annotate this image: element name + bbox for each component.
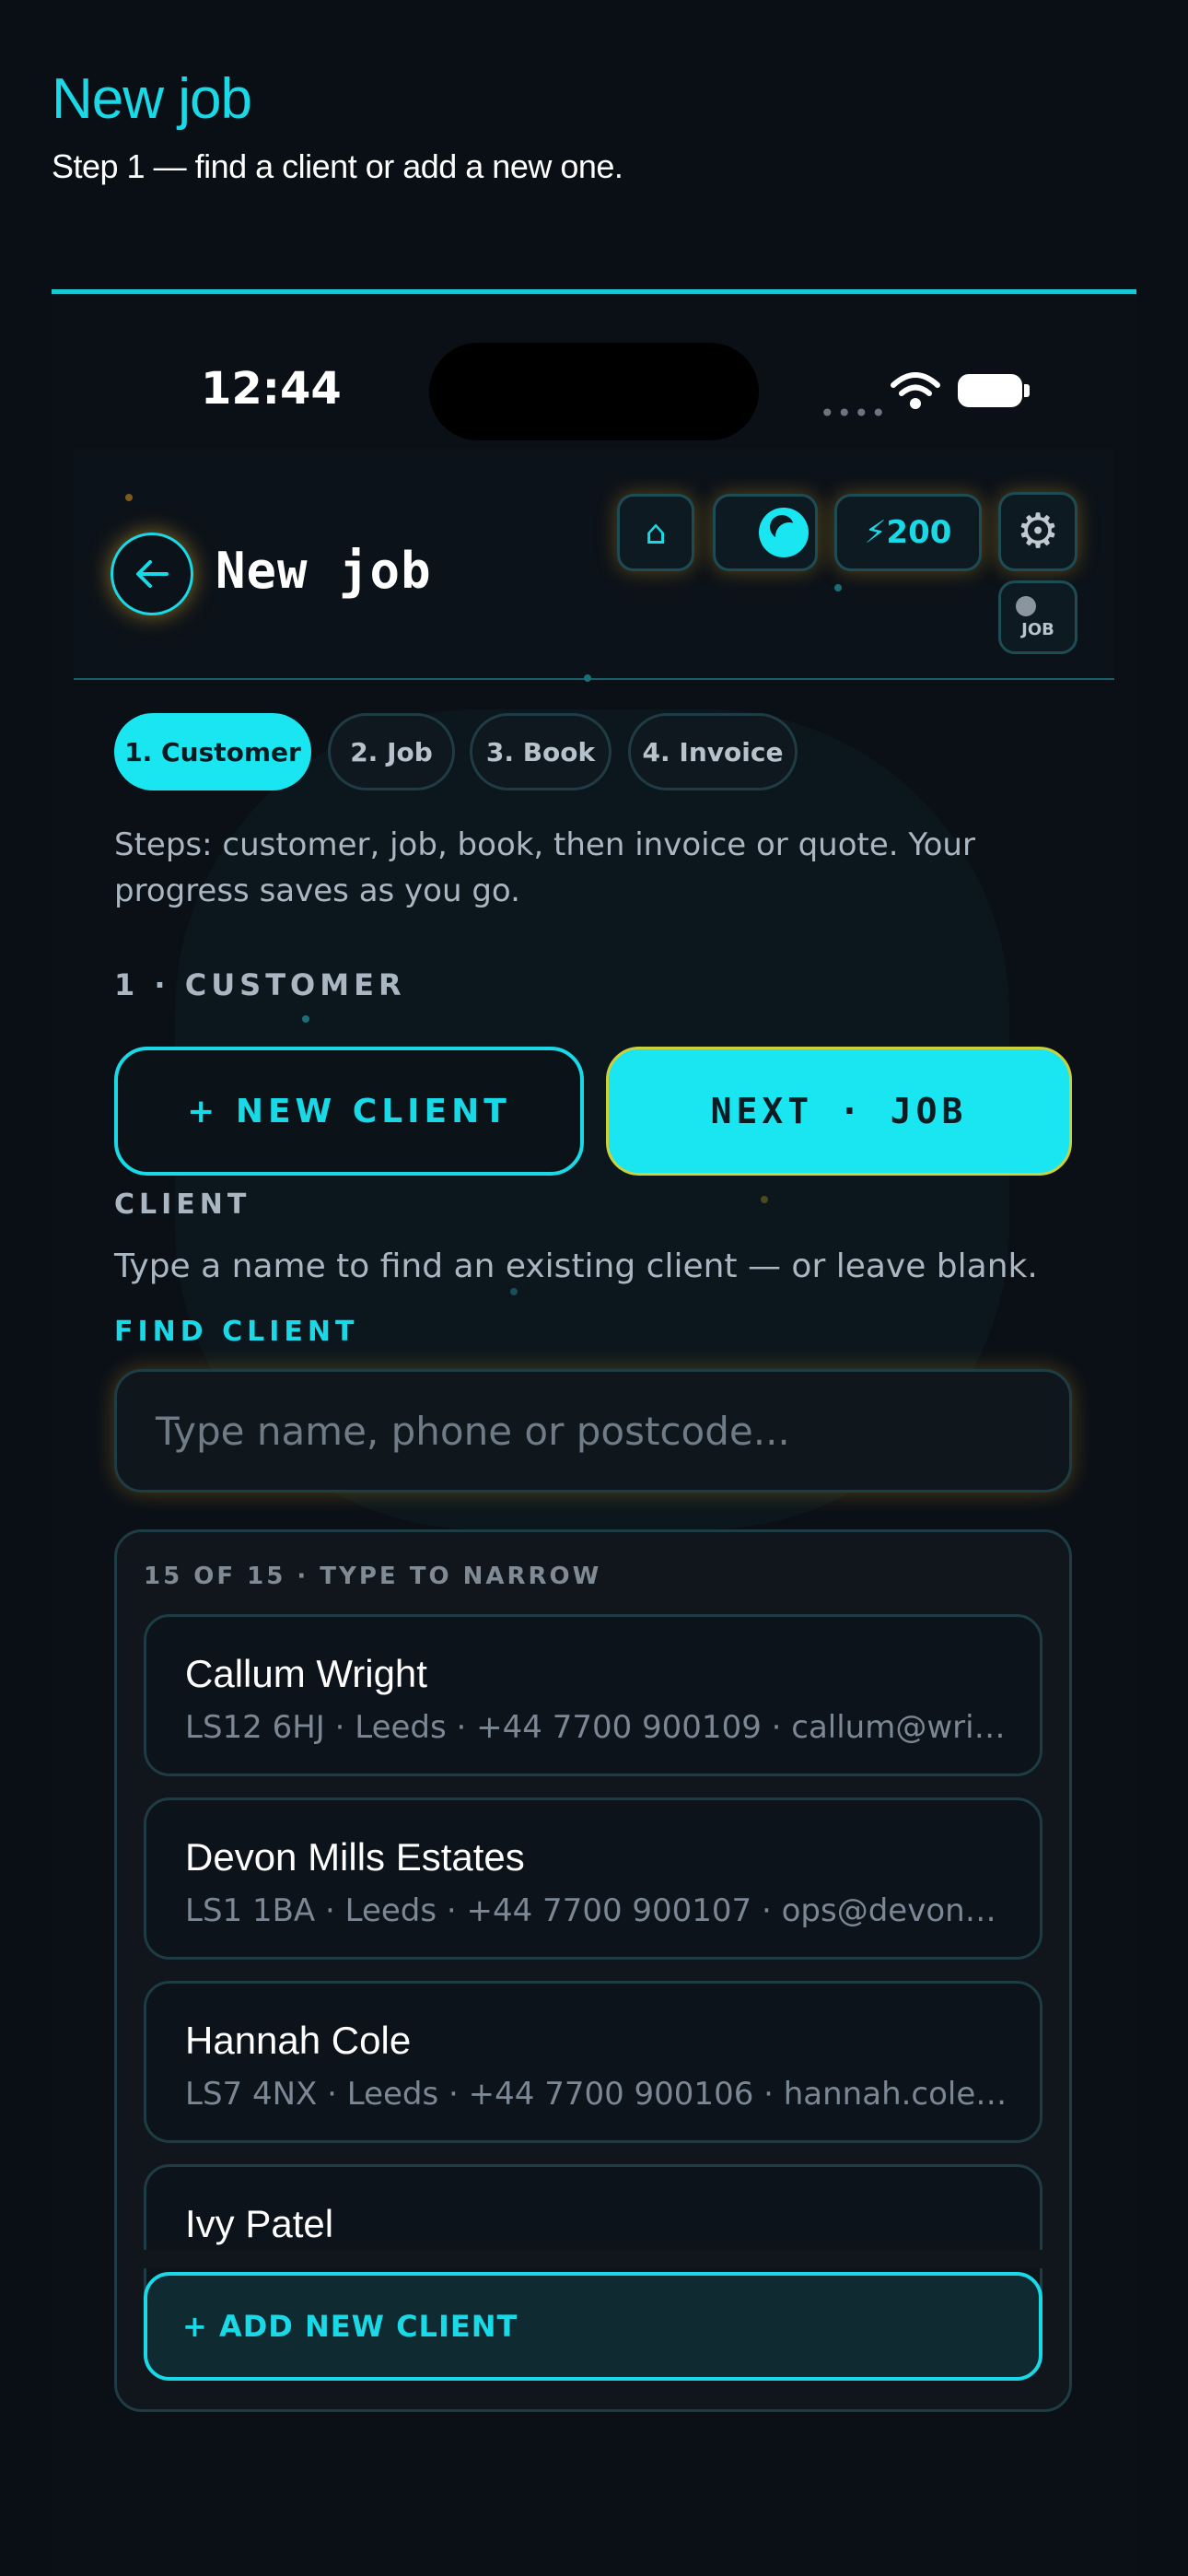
find-client-label: FIND CLIENT (114, 1316, 359, 1348)
home-icon: ⌂ (645, 513, 667, 552)
theme-toggle[interactable] (713, 494, 818, 571)
list-fade (144, 2250, 1042, 2268)
client-name: Devon Mills Estates (185, 1835, 525, 1879)
job-mode-toggle[interactable]: JOB (998, 580, 1077, 654)
add-new-client-button[interactable]: + ADD NEW CLIENT (144, 2272, 1042, 2381)
spark-decoration (834, 584, 842, 591)
step-pill-invoice[interactable]: 4. Invoice (628, 713, 798, 790)
spark-decoration (584, 674, 591, 682)
results-count: 15 OF 15 · TYPE TO NARROW (144, 1563, 602, 1590)
step-pill-customer[interactable]: 1. Customer (114, 713, 311, 790)
dynamic-island (429, 343, 759, 440)
home-button[interactable]: ⌂ (617, 494, 694, 571)
header-divider (74, 678, 1114, 680)
gear-icon: ⚙ (1016, 504, 1060, 559)
client-search-input[interactable]: Type name, phone or postcode... (114, 1369, 1072, 1493)
signal-icon: •••• (820, 398, 889, 428)
client-list-item[interactable]: Devon Mills Estates LS1 1BA · Leeds · +4… (144, 1797, 1042, 1960)
new-client-button[interactable]: + NEW CLIENT (114, 1047, 584, 1176)
client-name: Callum Wright (185, 1652, 427, 1695)
client-label: CLIENT (114, 1188, 251, 1221)
credits-button[interactable]: ⚡200 (834, 494, 982, 571)
step-pill-job[interactable]: 2. Job (328, 713, 455, 790)
client-details: LS1 1BA · Leeds · +44 7700 900107 · ops@… (185, 1892, 1014, 1929)
app-title: New job (215, 542, 432, 600)
client-details: LS12 6HJ · Leeds · +44 7700 900109 · cal… (185, 1709, 1014, 1746)
settings-button[interactable]: ⚙ (998, 492, 1077, 571)
credits-label: ⚡200 (864, 514, 952, 551)
client-list-item[interactable]: Callum Wright LS12 6HJ · Leeds · +44 770… (144, 1614, 1042, 1776)
steps-description: Steps: customer, job, book, then invoice… (114, 826, 975, 909)
step-pill-book[interactable]: 3. Book (470, 713, 611, 790)
moon-icon (759, 508, 809, 557)
section-label: 1 · CUSTOMER (114, 967, 406, 1002)
back-button[interactable] (111, 533, 193, 615)
battery-icon (958, 374, 1022, 407)
client-details: LS7 4NX · Leeds · +44 7700 900106 · hann… (185, 2076, 1014, 2113)
client-list-item[interactable]: Hannah Cole LS7 4NX · Leeds · +44 7700 9… (144, 1981, 1042, 2143)
toggle-knob (1016, 595, 1036, 616)
page-subtitle: Step 1 — find a client or add a new one. (52, 147, 623, 185)
spark-decoration (510, 1288, 518, 1295)
spark-decoration (761, 1196, 768, 1203)
next-job-button[interactable]: NEXT · JOB (606, 1047, 1072, 1176)
page-title: New job (52, 67, 252, 131)
status-time: 12:44 (201, 363, 342, 415)
wifi-icon (891, 372, 940, 409)
arrow-left-icon (136, 560, 169, 588)
job-toggle-label: JOB (1021, 619, 1054, 639)
battery-nub (1024, 384, 1030, 397)
client-name: Ivy Patel (185, 2202, 334, 2245)
client-name: Hannah Cole (185, 2019, 412, 2062)
client-help-text: Type a name to find an existing client —… (114, 1247, 1038, 1285)
spark-decoration (125, 494, 133, 501)
spark-decoration (302, 1015, 309, 1023)
